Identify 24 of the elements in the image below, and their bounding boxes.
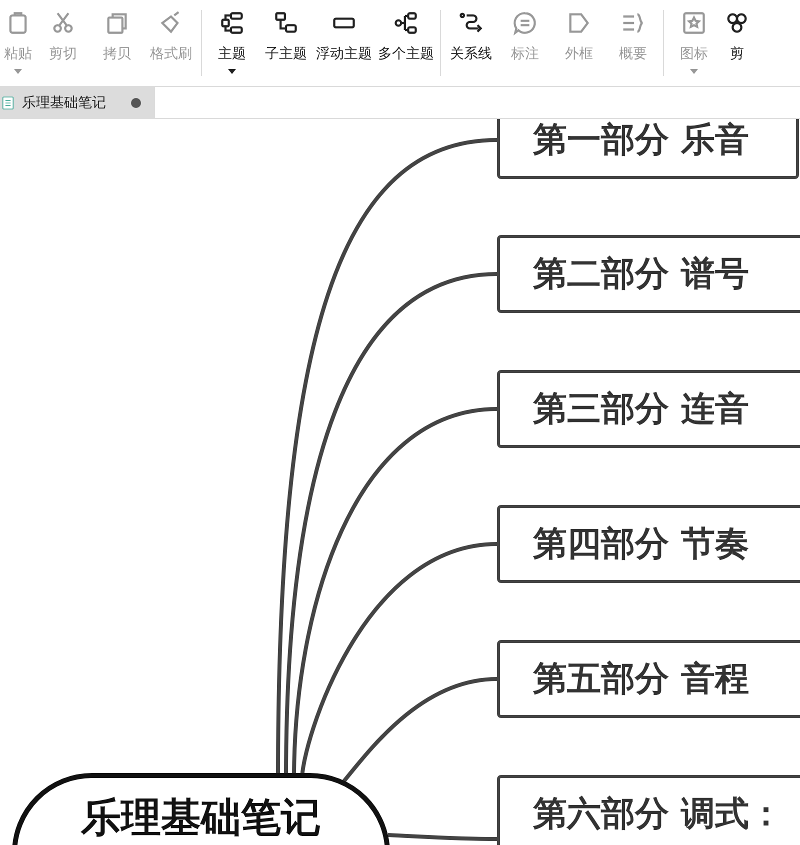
multi-topic-icon: [393, 10, 419, 36]
tab-title: 乐理基础笔记: [22, 94, 106, 112]
toolbar-button[interactable]: 子主题: [259, 0, 313, 86]
topic-node[interactable]: 第三部分 连音: [497, 370, 800, 448]
topic-node[interactable]: 第六部分 调式：: [497, 775, 800, 845]
central-topic[interactable]: 乐理基础笔记: [12, 773, 390, 845]
toolbar-button[interactable]: 关系线: [444, 0, 498, 86]
speech-bubble-icon: [512, 10, 538, 36]
toolbar-button[interactable]: 浮动主题: [313, 0, 375, 86]
topic-icon: [219, 10, 245, 36]
caret-icon: [228, 69, 236, 74]
topic-node[interactable]: 第二部分 谱号: [497, 235, 800, 313]
caret-icon: [14, 69, 22, 74]
document-tab[interactable]: 乐理基础笔记: [0, 87, 155, 118]
topic-node[interactable]: 第四部分 节奏: [497, 505, 800, 583]
toolbar-button[interactable]: 多个主题: [375, 0, 437, 86]
document-icon: [2, 94, 14, 110]
toolbar-button[interactable]: 剪: [721, 0, 751, 86]
toolbar-button[interactable]: 主题: [205, 0, 259, 86]
topic-node[interactable]: 第五部分 音程: [497, 640, 800, 718]
caret-icon: [690, 69, 698, 74]
subtopic-icon: [273, 10, 299, 36]
topic-node[interactable]: 第一部分 乐音: [497, 119, 799, 179]
star-frame-icon: [681, 10, 707, 36]
